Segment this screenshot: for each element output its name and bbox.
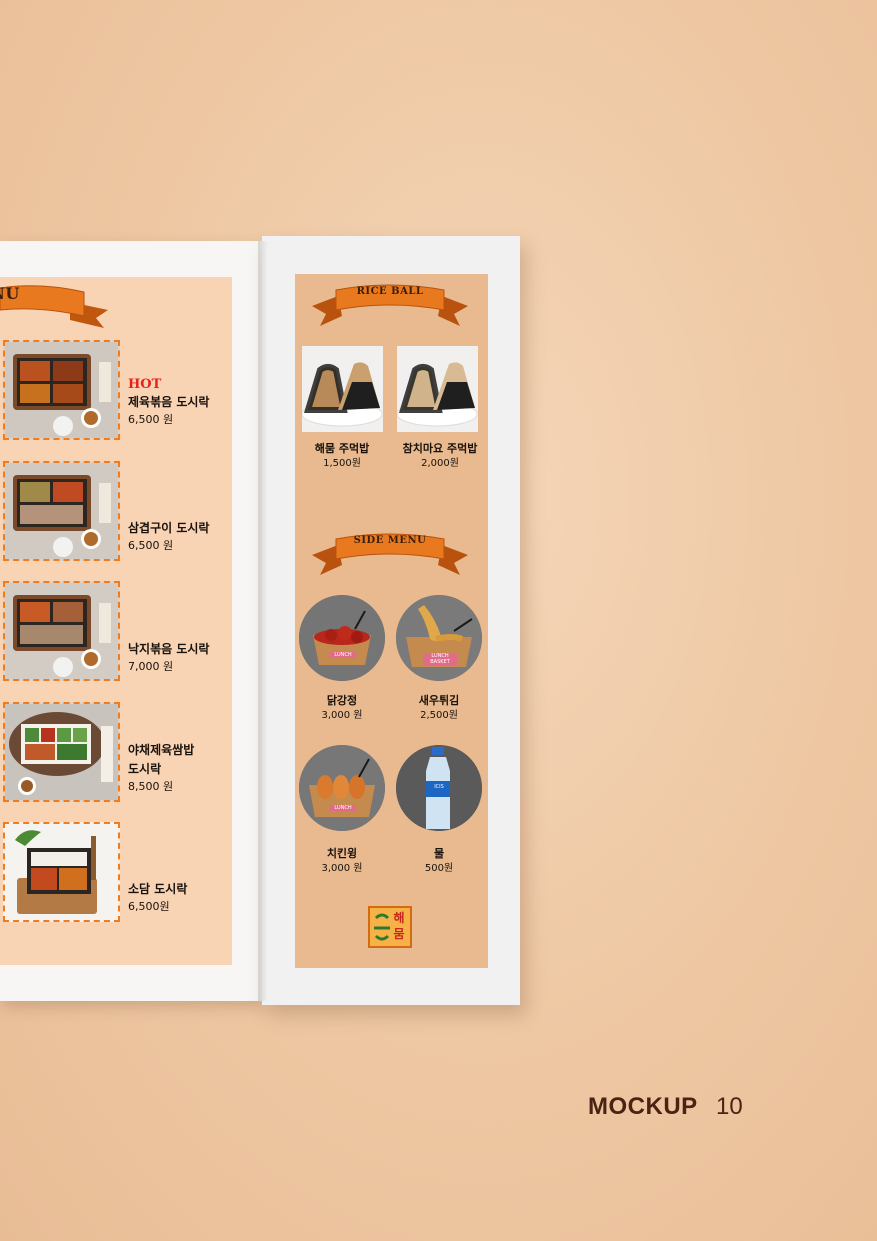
menu-item-name: 소담 도시락 bbox=[128, 882, 188, 896]
menu-item-price: 8,500 원 bbox=[128, 780, 174, 793]
menu-ribbon-text: NU bbox=[0, 284, 20, 303]
page-number: 10 bbox=[716, 1093, 743, 1120]
menu-item-3: 낙지볶음 도시락 7,000 원 bbox=[128, 640, 209, 674]
side-name: 닭강정 bbox=[326, 694, 358, 707]
menu-item-5: 소담 도시락 6,500원 bbox=[128, 880, 187, 914]
side-3-caption: 치킨윙 3,000 원 bbox=[297, 846, 387, 876]
menu-item-1: HOT 제육볶음 도시락 6,500 원 bbox=[128, 377, 209, 427]
side-name: 치킨윙 bbox=[326, 847, 358, 860]
side-name: 새우튀김 bbox=[418, 694, 460, 707]
side-menu-title: SIDE MENU bbox=[353, 535, 427, 546]
menu-item-2: 삼겹구이 도시락 6,500 원 bbox=[128, 519, 209, 553]
menu-item-4: 야채제육쌈밥 도시락 8,500 원 bbox=[128, 741, 194, 794]
rice-ball-name: 해뭄 주먹밥 bbox=[314, 442, 370, 455]
side-price: 2,500원 bbox=[420, 710, 458, 721]
menu-item-price: 6,500 원 bbox=[128, 413, 174, 426]
hot-badge: HOT bbox=[128, 377, 162, 392]
side-1-caption: 닭강정 3,000 원 bbox=[297, 693, 387, 723]
menu-ribbon: NU bbox=[0, 280, 112, 334]
menu-item-price: 6,500원 bbox=[128, 900, 170, 913]
side-price: 3,000 원 bbox=[321, 710, 363, 721]
rice-ball-title: RICE BALL bbox=[356, 286, 424, 297]
menu-item-name-line2: 도시락 bbox=[128, 762, 162, 776]
rice-ball-name: 참치마요 주먹밥 bbox=[402, 442, 478, 455]
sodam-dosirak-photo bbox=[3, 822, 120, 922]
menu-item-name: 삼겹구이 도시락 bbox=[128, 521, 210, 535]
rice-ball-1-caption: 해뭄 주먹밥 1,500원 bbox=[297, 441, 387, 471]
haemum-riceball-photo bbox=[302, 346, 383, 432]
water-bottle-label: ICIS bbox=[434, 784, 444, 790]
side-price: 3,000 원 bbox=[321, 863, 363, 874]
menu-item-price: 7,000 원 bbox=[128, 660, 174, 673]
menu-item-price: 6,500 원 bbox=[128, 539, 174, 552]
menu-item-name: 낙지볶음 도시락 bbox=[128, 642, 210, 656]
chicken-wing-photo: LUNCH bbox=[299, 745, 385, 831]
samgyeop-dosirak-photo bbox=[3, 461, 120, 561]
jeyuk-dosirak-photo bbox=[3, 340, 120, 440]
side-2-caption: 새우튀김 2,500원 bbox=[394, 693, 484, 723]
side-price: 500원 bbox=[424, 863, 454, 874]
ssambap-dosirak-photo bbox=[3, 702, 120, 802]
brand-logo: 해뭄 bbox=[368, 906, 412, 948]
water-bottle-photo: ICIS bbox=[396, 745, 482, 831]
side-name: 물 bbox=[433, 847, 445, 860]
footer-label: MOCKUP bbox=[588, 1093, 698, 1120]
dakgangjeong-box-label: LUNCH bbox=[330, 652, 356, 658]
nakji-dosirak-photo bbox=[3, 581, 120, 681]
rice-ball-ribbon: RICE BALL bbox=[308, 276, 472, 330]
side-4-caption: 물 500원 bbox=[394, 846, 484, 876]
page-fold bbox=[258, 241, 268, 1001]
shrimp-tempura-photo: LUNCH BASKET bbox=[396, 595, 482, 681]
menu-item-name: 제육볶음 도시락 bbox=[128, 395, 210, 409]
shrimp-box-label: LUNCH BASKET bbox=[423, 653, 457, 665]
rice-ball-price: 1,500원 bbox=[323, 458, 361, 469]
rice-ball-2-caption: 참치마요 주먹밥 2,000원 bbox=[391, 441, 489, 471]
side-menu-ribbon: SIDE MENU bbox=[308, 525, 472, 579]
rice-ball-price: 2,000원 bbox=[421, 458, 459, 469]
brand-logo-text: 해뭄 bbox=[393, 911, 405, 941]
chicken-wing-box-label: LUNCH bbox=[330, 805, 356, 811]
menu-item-name: 야채제육쌈밥 bbox=[128, 743, 195, 757]
dakgangjeong-photo: LUNCH bbox=[299, 595, 385, 681]
tuna-mayo-riceball-photo bbox=[397, 346, 478, 432]
